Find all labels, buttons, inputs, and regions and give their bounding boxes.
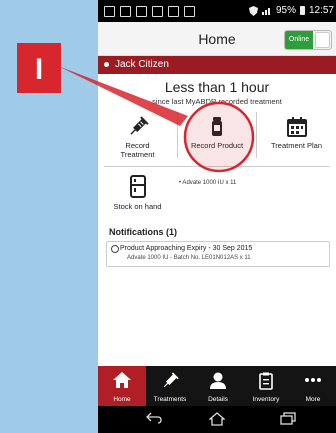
stock-on-hand-tile[interactable]: Stock on hand (98, 175, 177, 211)
back-icon[interactable] (146, 412, 162, 424)
mail-icon (152, 6, 163, 17)
more-icon (305, 378, 321, 382)
battery-icon (299, 6, 305, 15)
treatment-plan-tile[interactable]: Treatment Plan (257, 116, 336, 150)
last-treatment-headline: Less than 1 hour (164, 79, 270, 95)
stock-note: • Advate 1000 IU x 11 (179, 180, 237, 186)
notification-title: Product Approaching Expiry - 30 Sep 2015 (120, 245, 253, 252)
status-bar: 95% 12:57 (98, 0, 336, 22)
facebook-icon (104, 6, 115, 17)
tab-details-label: Details (208, 396, 228, 403)
tab-home-label: Home (113, 396, 131, 403)
tab-details[interactable]: Details (194, 366, 242, 406)
phone-icon (168, 6, 179, 17)
notification-icons (104, 6, 195, 17)
annotation-marker (17, 43, 61, 93)
tab-inventory-label: Inventory (252, 396, 280, 403)
home-outline-icon[interactable] (209, 412, 225, 426)
notification-detail: Advate 1000 IU - Batch No. LE01N012AS x … (127, 255, 251, 261)
online-toggle-label: Online (285, 31, 313, 49)
grid-divider (104, 166, 330, 167)
user-name: Jack Citizen (115, 59, 169, 70)
stock-on-hand-label: Stock on hand (113, 202, 162, 211)
syringe-icon (129, 116, 149, 135)
image-icon (136, 6, 147, 17)
last-treatment-subtitle: since last MyABDR recorded treatment (152, 97, 282, 106)
user-indicator-icon (104, 62, 109, 67)
signal-icon (261, 8, 270, 15)
status-time: 12:57 (308, 5, 334, 16)
user-bar[interactable]: Jack Citizen (98, 56, 336, 74)
annotation-marker-label: I (35, 53, 43, 86)
record-product-label: Record Product (190, 141, 244, 150)
record-treatment-label-1: Record (125, 141, 150, 150)
fridge-icon (129, 175, 146, 198)
app-bar: Home Online (98, 22, 336, 56)
tab-treatments-label: Treatments (153, 396, 187, 403)
home-icon (113, 372, 131, 388)
app-screen: Home Online Jack Citizen Less than 1 hou… (98, 22, 336, 433)
toggle-knob (315, 32, 330, 48)
battery-percent: 95% (275, 5, 296, 16)
treatment-plan-label: Treatment Plan (271, 141, 322, 150)
record-treatment-tile[interactable]: Record Treatment (98, 116, 177, 159)
online-toggle[interactable]: Online (284, 30, 332, 50)
tab-home[interactable]: Home (98, 366, 146, 406)
vial-icon (212, 117, 222, 136)
recents-icon[interactable] (280, 412, 296, 425)
shield-icon (248, 5, 258, 16)
clipboard-icon (259, 372, 273, 390)
record-product-tile[interactable]: Record Product (178, 116, 256, 150)
tab-inventory[interactable]: Inventory (242, 366, 290, 406)
tab-more[interactable]: More (290, 366, 336, 406)
record-treatment-label-2: Treatment (120, 150, 155, 159)
clock-icon (111, 245, 119, 253)
bottom-tab-bar: Home Treatments Details Inventory More (98, 366, 336, 406)
person-icon (210, 372, 226, 389)
tab-more-label: More (305, 396, 321, 403)
phone-frame: 95% 12:57 Home Online Jack Citizen Less … (98, 0, 336, 433)
briefcase-icon (184, 6, 195, 17)
notifications-heading: Notifications (1) (109, 227, 178, 237)
calendar-icon (286, 117, 307, 137)
system-nav-bar (98, 406, 336, 433)
notification-item[interactable]: Product Approaching Expiry - 30 Sep 2015… (106, 241, 330, 267)
tab-treatments[interactable]: Treatments (146, 366, 194, 406)
syringe-icon (163, 372, 179, 388)
copy-icon (120, 6, 131, 17)
